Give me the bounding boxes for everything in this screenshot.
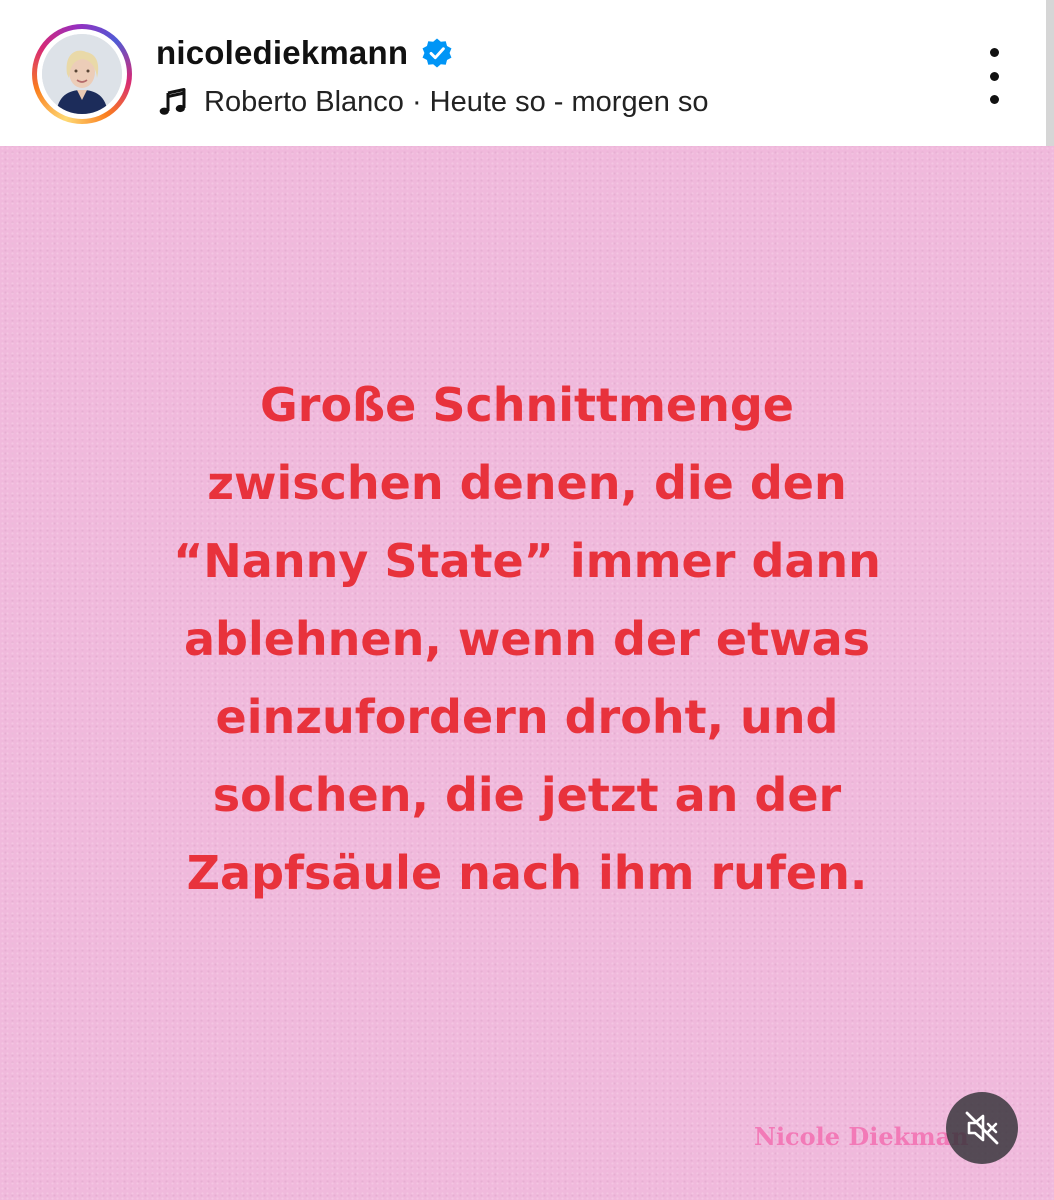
more-options-button[interactable] [974, 48, 1014, 104]
story-ring[interactable] [32, 24, 132, 124]
speaker-muted-icon [965, 1111, 999, 1145]
music-label: Roberto Blanco · Heute so - morgen so [204, 85, 709, 118]
quote-line: Große Schnittmenge [260, 378, 794, 432]
quote-line: ablehnen, wenn der etwas [183, 612, 870, 666]
quote-text: Große Schnittmenge zwischen denen, die d… [60, 366, 994, 912]
quote-line: einzufordern droht, und [215, 690, 839, 744]
quote-line: zwischen denen, die den [207, 456, 847, 510]
username-link[interactable]: nicolediekmann [156, 34, 408, 72]
music-note-icon [159, 88, 186, 115]
music-attribution[interactable]: Roberto Blanco · Heute so - morgen so [158, 80, 709, 124]
quote-line: solchen, die jetzt an der [212, 768, 842, 822]
more-vertical-icon [989, 48, 999, 57]
avatar[interactable] [42, 34, 122, 114]
quote-line: Zapfsäule nach ihm rufen. [186, 846, 868, 900]
watermark-signature: Nicole Diekman [754, 1122, 969, 1151]
verified-badge-icon [422, 38, 452, 68]
post-header: nicolediekmann Roberto Blanco · Heute so… [0, 0, 1054, 146]
post-image[interactable]: Große Schnittmenge zwischen denen, die d… [0, 146, 1054, 1200]
scrollbar[interactable] [1046, 0, 1054, 168]
quote-line: “Nanny State” immer dann [173, 534, 881, 588]
mute-button[interactable] [946, 1092, 1018, 1164]
